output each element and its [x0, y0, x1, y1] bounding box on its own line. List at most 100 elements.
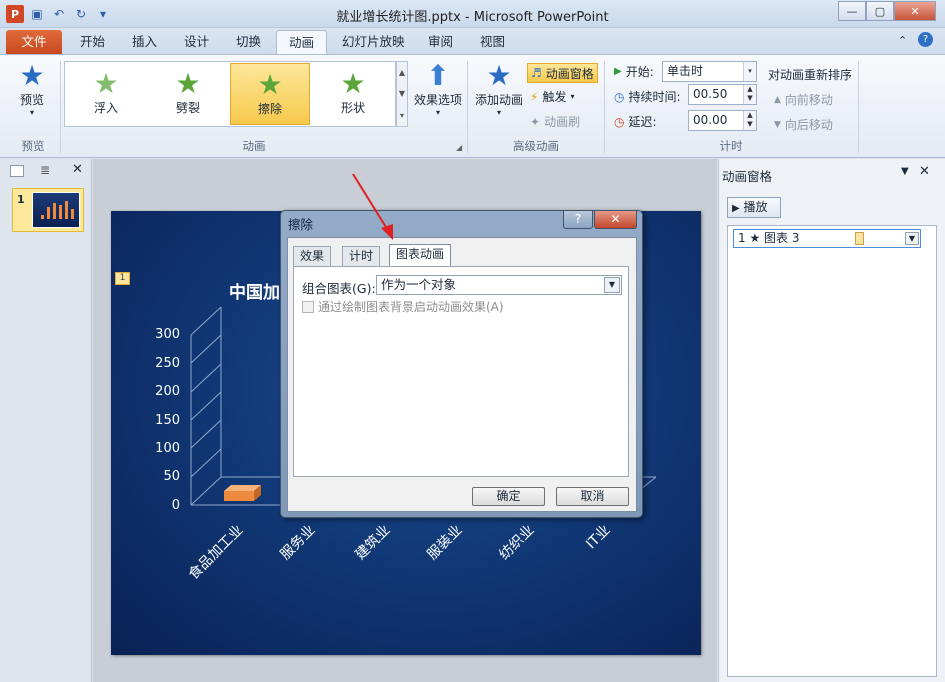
animation-painter-button[interactable]: ✦ 动画刷	[530, 113, 580, 130]
y-tick: 250	[155, 356, 180, 371]
animation-split[interactable]: ★ 劈裂	[148, 63, 228, 125]
y-tick: 50	[163, 469, 180, 484]
lightning-icon: ⚡	[530, 89, 539, 104]
timing-group-label: 计时	[719, 139, 743, 153]
animation-pane-button[interactable]: ♬ 动画窗格	[527, 63, 598, 83]
tab-view[interactable]: 视图	[468, 30, 517, 54]
move-later-button[interactable]: ▼ 向后移动	[774, 116, 833, 133]
duration-row: ◷ 持续时间:	[614, 88, 681, 105]
preview-star-icon: ★	[19, 59, 45, 92]
delay-value: 00.00	[693, 113, 728, 127]
slide-thumbnail-image	[32, 192, 80, 228]
chevron-down-icon[interactable]: ▾	[743, 62, 756, 81]
dialog-close-button[interactable]: ✕	[594, 211, 637, 229]
close-panel-icon[interactable]: ✕	[72, 162, 83, 177]
tab-design[interactable]: 设计	[172, 30, 221, 54]
add-animation-label: 添加动画	[474, 93, 523, 107]
tab-insert[interactable]: 插入	[120, 30, 169, 54]
dialog-help-icon: ?	[574, 212, 582, 226]
move-earlier-button[interactable]: ▲ 向前移动	[774, 91, 833, 108]
animation-item-label: 1 ★ 图表 3	[738, 231, 800, 245]
outline-tab-icon[interactable]: ≣	[40, 163, 50, 177]
more-icon[interactable]: ▾	[400, 111, 404, 120]
chevron-down-icon[interactable]: ▼	[604, 277, 620, 293]
y-tick: 200	[155, 384, 180, 399]
close-pane-icon[interactable]: ✕	[919, 164, 930, 179]
food-industry-bar[interactable]	[224, 485, 261, 501]
trigger-button[interactable]: ⚡ 触发 ▾	[530, 88, 574, 105]
clock-icon: ◷	[614, 89, 625, 104]
y-tick: 300	[155, 327, 180, 342]
play-icon: ▶	[732, 203, 740, 214]
gridline	[190, 391, 222, 421]
gridline	[190, 476, 222, 506]
tab-animations[interactable]: 动画	[276, 30, 328, 54]
maximize-button[interactable]: ▢	[866, 1, 894, 21]
close-button[interactable]: ✕	[894, 1, 936, 21]
chevron-down-icon: ▾	[435, 108, 440, 117]
tab-file[interactable]: 文件	[6, 30, 62, 54]
animation-list-item[interactable]: 1 ★ 图表 3 ▼	[733, 229, 921, 248]
scroll-up-icon[interactable]: ▲	[399, 68, 405, 77]
minimize-button[interactable]: —	[838, 1, 866, 21]
collapse-ribbon-icon[interactable]: ⌃	[898, 34, 907, 47]
start-select[interactable]: 单击时 ▾	[662, 61, 757, 82]
spinner-arrows[interactable]: ▲ ▼	[743, 111, 756, 130]
thumb-bar	[41, 215, 44, 219]
down-arrow-icon: ▼	[774, 119, 781, 130]
divider	[60, 61, 61, 153]
spinner-arrows[interactable]: ▲ ▼	[743, 85, 756, 104]
play-button[interactable]: ▶ 播放	[727, 197, 781, 218]
gallery-item-label: 浮入	[93, 101, 118, 115]
chevron-down-icon[interactable]: ▼	[905, 232, 919, 245]
animation-float-in[interactable]: ★ 浮入	[66, 63, 146, 125]
advanced-group-label: 高级动画	[513, 139, 559, 153]
scroll-down-icon[interactable]: ▼	[399, 89, 405, 98]
cancel-button[interactable]: 取消	[556, 487, 629, 506]
tab-home[interactable]: 开始	[68, 30, 117, 54]
dialog-title: 擦除	[288, 217, 314, 232]
y-tick: 100	[155, 441, 180, 456]
arrow-head	[381, 224, 393, 240]
chevron-down-icon: ▾	[496, 108, 501, 117]
animation-shape[interactable]: ★ 形状	[313, 63, 393, 125]
delay-input[interactable]: 00.00 ▲ ▼	[688, 110, 757, 131]
tab-review[interactable]: 审阅	[416, 30, 465, 54]
chevron-down-icon: ▾	[29, 108, 34, 117]
group-chart-select[interactable]: 作为一个对象 ▼	[376, 275, 622, 295]
gallery-scroll[interactable]: ▲ ▼ ▾	[396, 61, 408, 127]
pane-menu-icon[interactable]: ▼	[901, 166, 909, 177]
arrow-shaft	[352, 173, 390, 233]
up-arrow-icon: ▲	[774, 94, 781, 105]
duration-input[interactable]: 00.50 ▲ ▼	[688, 84, 757, 105]
divider	[467, 61, 468, 153]
dialog-help-button[interactable]: ?	[563, 211, 593, 229]
preview-button[interactable]: ★ 预览 ▾	[10, 59, 54, 118]
animation-pane-title: 动画窗格	[722, 169, 773, 184]
start-row: ▶ 开始:	[614, 63, 654, 80]
bar-front	[224, 491, 254, 501]
thumb-bar	[65, 201, 68, 219]
add-animation-button[interactable]: ★ 添加动画 ▾	[472, 61, 526, 118]
start-with-background-row: 通过绘制图表背景启动动画效果(A)	[302, 298, 504, 315]
animation-list	[727, 225, 937, 677]
start-with-background-checkbox[interactable]	[302, 300, 314, 313]
effect-options-button[interactable]: ⬆ 效果选项 ▾	[412, 59, 464, 118]
arrow-up-icon: ⬆	[426, 59, 450, 92]
slides-tab-icon[interactable]	[10, 165, 24, 177]
tab-slideshow[interactable]: 幻灯片放映	[330, 30, 417, 54]
duration-value: 00.50	[693, 87, 728, 101]
move-earlier-label: 向前移动	[784, 93, 833, 107]
float-in-star-icon: ★	[93, 67, 119, 100]
tab-transitions[interactable]: 切换	[224, 30, 273, 54]
preview-label: 预览	[19, 93, 44, 107]
gallery-item-label: 形状	[340, 101, 365, 115]
dialog-launcher-icon[interactable]: ◢	[456, 143, 462, 152]
tab-effect[interactable]: 效果	[293, 246, 332, 266]
painter-icon: ✦	[530, 114, 541, 129]
ok-button[interactable]: 确定	[472, 487, 545, 506]
help-icon[interactable]: ?	[918, 32, 933, 47]
group-chart-label: 组合图表(G):	[302, 281, 376, 296]
thumb-bar	[59, 205, 62, 219]
animation-wipe[interactable]: ★ 擦除	[230, 63, 310, 125]
